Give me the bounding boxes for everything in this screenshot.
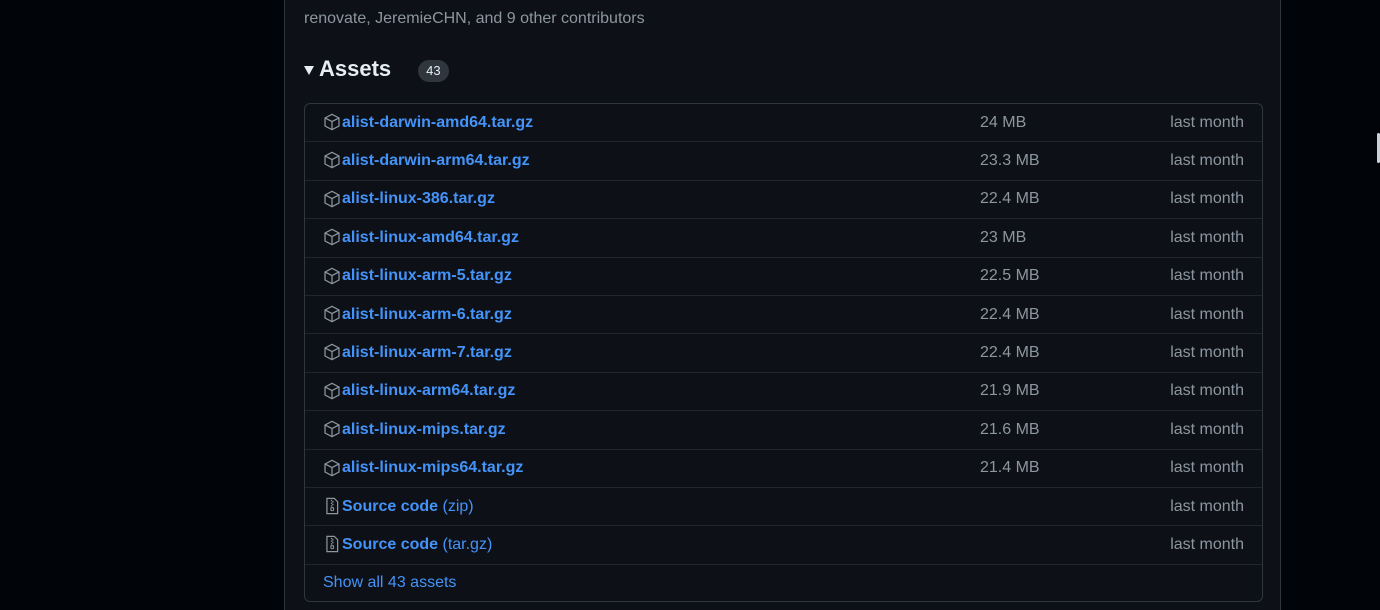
file-zip-icon [323, 534, 341, 554]
asset-size: 23 MB [980, 228, 1027, 246]
package-icon [323, 342, 341, 362]
asset-size: 23.3 MB [980, 152, 1040, 170]
asset-name[interactable]: alist-linux-arm-5.tar.gz [342, 267, 512, 284]
asset-date: last month [1170, 420, 1244, 438]
asset-link[interactable]: alist-linux-386.tar.gz [342, 190, 495, 208]
source-code-link[interactable]: Source code (zip) [342, 498, 474, 516]
asset-size: 21.4 MB [980, 459, 1040, 477]
asset-link[interactable]: alist-linux-arm64.tar.gz [342, 382, 515, 400]
asset-link[interactable]: alist-linux-amd64.tar.gz [342, 229, 519, 247]
asset-date: last month [1170, 344, 1244, 362]
asset-row: alist-darwin-arm64.tar.gz 23.3 MB last mon… [305, 142, 1262, 181]
source-code-row: Source code (zip) last month [305, 488, 1262, 527]
asset-name[interactable]: alist-linux-amd64.tar.gz [342, 229, 519, 246]
asset-size: 22.4 MB [980, 305, 1040, 323]
asset-row: alist-linux-arm64.tar.gz 21.9 MB last mont… [305, 373, 1262, 412]
asset-row: alist-linux-386.tar.gz 22.4 MB last month [305, 181, 1262, 220]
package-icon [323, 381, 341, 401]
asset-link[interactable]: alist-linux-mips64.tar.gz [342, 459, 523, 477]
asset-size: 22.5 MB [980, 267, 1040, 285]
package-icon [323, 419, 341, 439]
asset-row: alist-linux-mips.tar.gz 21.6 MB last month [305, 411, 1262, 450]
asset-link[interactable]: alist-darwin-arm64.tar.gz [342, 152, 530, 170]
asset-name[interactable]: alist-linux-mips64.tar.gz [342, 459, 523, 476]
asset-date: last month [1170, 228, 1244, 246]
asset-date: last month [1170, 305, 1244, 323]
asset-row: alist-linux-arm-7.tar.gz 22.4 MB last mont… [305, 334, 1262, 373]
asset-date: last month [1170, 497, 1244, 515]
asset-name[interactable]: Source code [342, 536, 438, 553]
show-all-assets-link[interactable]: Show all 43 assets [323, 574, 456, 592]
file-zip-icon [323, 496, 341, 516]
asset-name[interactable]: Source code [342, 498, 438, 515]
asset-row: alist-linux-mips64.tar.gz 21.4 MB last mon… [305, 450, 1262, 488]
asset-name[interactable]: alist-darwin-arm64.tar.gz [342, 152, 530, 169]
package-icon [323, 112, 341, 132]
assets-header[interactable]: Assets 43 [304, 53, 449, 85]
asset-date: last month [1170, 459, 1244, 477]
asset-date: last month [1170, 152, 1244, 170]
asset-size: 24 MB [980, 113, 1027, 131]
package-icon [323, 304, 341, 324]
asset-size: 22.4 MB [980, 190, 1040, 208]
asset-date: last month [1170, 535, 1244, 553]
release-panel: renovate, JeremieCHN, and 9 other contri… [284, 0, 1281, 610]
asset-link[interactable]: alist-linux-mips.tar.gz [342, 421, 506, 439]
asset-date: last month [1170, 113, 1244, 131]
asset-name[interactable]: alist-linux-arm64.tar.gz [342, 382, 515, 399]
package-icon [323, 266, 341, 286]
asset-name[interactable]: alist-linux-mips.tar.gz [342, 421, 506, 438]
asset-date: last month [1170, 267, 1244, 285]
source-code-row: Source code (tar.gz) last month [305, 526, 1262, 565]
asset-row: alist-linux-arm-5.tar.gz 22.5 MB last mont… [305, 258, 1262, 296]
asset-name[interactable]: alist-linux-arm-6.tar.gz [342, 306, 512, 323]
asset-name[interactable]: alist-linux-386.tar.gz [342, 190, 495, 207]
package-icon [323, 150, 341, 170]
caret-down-icon[interactable] [304, 65, 314, 75]
asset-row: alist-linux-arm-6.tar.gz 22.4 MB last mont… [305, 296, 1262, 335]
asset-link[interactable]: alist-linux-arm-7.tar.gz [342, 344, 512, 362]
asset-size: 21.6 MB [980, 420, 1040, 438]
asset-row: alist-darwin-amd64.tar.gz 24 MB last month [305, 104, 1262, 143]
asset-link[interactable]: alist-linux-arm-5.tar.gz [342, 267, 512, 285]
asset-link[interactable]: alist-darwin-amd64.tar.gz [342, 114, 533, 132]
source-code-link[interactable]: Source code (tar.gz) [342, 536, 492, 554]
assets-count-badge: 43 [418, 60, 449, 82]
asset-link[interactable]: alist-linux-arm-6.tar.gz [342, 306, 512, 324]
contributors-text: renovate, JeremieCHN, and 9 other contri… [304, 10, 645, 27]
asset-size: 22.4 MB [980, 344, 1040, 362]
asset-name[interactable]: alist-darwin-amd64.tar.gz [342, 114, 533, 131]
assets-list: alist-darwin-amd64.tar.gz 24 MB last month… [304, 103, 1263, 602]
source-format[interactable]: (tar.gz) [442, 536, 492, 553]
package-icon [323, 189, 341, 209]
package-icon [323, 227, 341, 247]
asset-name[interactable]: alist-linux-arm-7.tar.gz [342, 344, 512, 361]
asset-date: last month [1170, 190, 1244, 208]
package-icon [323, 458, 341, 478]
source-format[interactable]: (zip) [442, 498, 473, 515]
asset-date: last month [1170, 382, 1244, 400]
asset-size: 21.9 MB [980, 382, 1040, 400]
assets-title[interactable]: Assets [319, 56, 391, 82]
asset-row: alist-linux-amd64.tar.gz 23 MB last month [305, 219, 1262, 258]
